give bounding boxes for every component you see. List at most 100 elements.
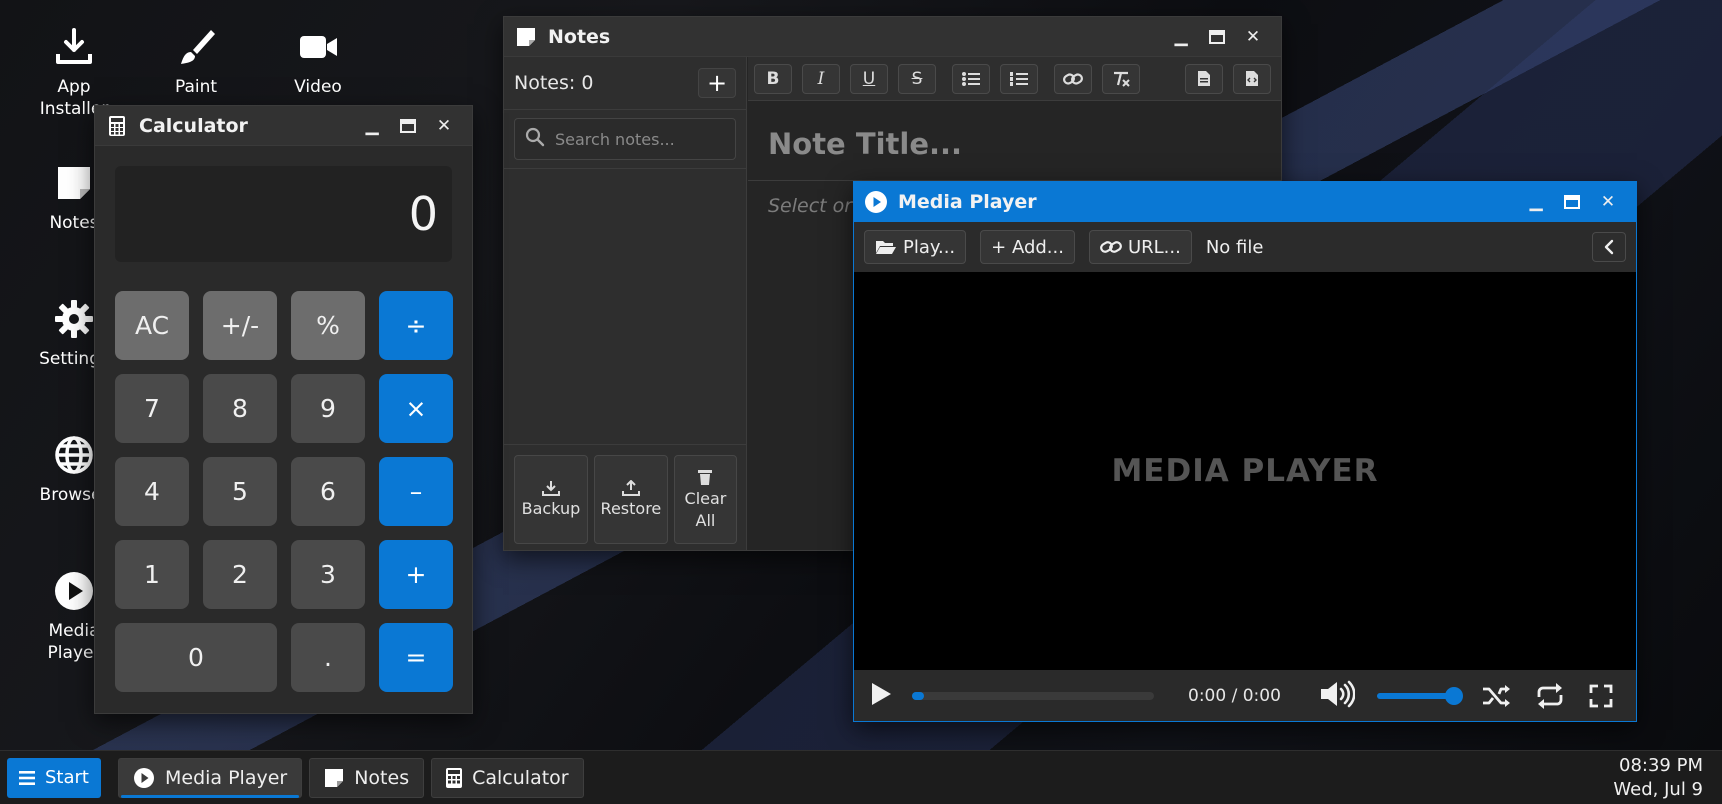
note-body-placeholder[interactable]: Select or [768,195,852,217]
clock-time: 08:39 PM [1619,754,1703,776]
volume-level [1376,692,1455,699]
subtract-key[interactable]: – [379,457,453,526]
repeat-icon [1537,682,1563,709]
add-key[interactable]: + [379,540,453,609]
stage-placeholder-text: MEDIA PLAYER [1111,453,1379,489]
digit-0-key[interactable]: 0 [115,623,277,692]
play-button[interactable] [870,682,892,710]
bullet-list-icon [962,71,980,86]
digit-5-key[interactable]: 5 [203,457,277,526]
media-player-window: Media Player ▁ ✕ Play... + Add... URL...… [853,181,1637,722]
digit-6-key[interactable]: 6 [291,457,365,526]
desktop-icon-paint[interactable]: Paint [146,26,246,98]
percent-key[interactable]: % [291,291,365,360]
italic-button[interactable]: I [802,63,840,94]
decimal-key[interactable]: . [291,623,365,692]
play-circle-icon [864,190,888,214]
note-icon [325,768,344,787]
video-stage[interactable]: MEDIA PLAYER [854,272,1636,670]
system-clock[interactable]: 08:39 PM Wed, Jul 9 [1613,754,1715,802]
note-icon [514,25,538,49]
equals-key[interactable]: = [379,623,453,692]
multiply-key[interactable]: × [379,374,453,443]
clear-all-label: Clear All [684,488,727,530]
strikethrough-button[interactable]: S [898,63,936,94]
backup-label: Backup [521,498,581,518]
restore-label: Restore [600,498,662,518]
digit-9-key[interactable]: 9 [291,374,365,443]
export-text-button[interactable] [1185,63,1223,94]
add-note-button[interactable]: + [698,68,736,98]
backup-button[interactable]: Backup [514,455,588,544]
taskbar-item-calculator[interactable]: Calculator [431,757,584,798]
close-button[interactable]: ✕ [426,112,462,140]
desktop-icon-video[interactable]: Video [268,26,368,98]
fullscreen-button[interactable] [1589,684,1613,708]
play-icon [872,682,891,705]
underline-button[interactable]: U [850,63,888,94]
divide-key[interactable]: ÷ [379,291,453,360]
taskbar-item-label: Calculator [472,766,569,789]
volume-slider[interactable] [1376,686,1464,705]
taskbar-item-media-player[interactable]: Media Player [117,757,303,798]
minimize-button[interactable]: ▁ [354,112,390,140]
digit-7-key[interactable]: 7 [115,374,189,443]
link-button[interactable] [1054,63,1092,94]
calculator-display: 0 [115,166,452,262]
volume-handle[interactable] [1445,686,1464,705]
note-title-input[interactable]: Note Title... [768,127,962,161]
maximize-button[interactable] [390,112,426,140]
clock-date: Wed, Jul 9 [1613,778,1703,800]
repeat-button[interactable] [1535,682,1565,709]
notes-footer: Backup Restore Clear All [504,444,747,550]
add-media-button[interactable]: + Add... [980,230,1075,264]
media-toolbar: Play... + Add... URL... No file [854,222,1636,272]
volume-button[interactable] [1319,680,1356,712]
export-code-button[interactable] [1233,63,1271,94]
digit-8-key[interactable]: 8 [203,374,277,443]
calculator-window: Calculator ▁ ✕ 0 AC +/- % ÷ 7 8 9 × 4 5 … [94,105,473,714]
playlist-toggle-button[interactable] [1592,232,1626,262]
download-icon [24,26,124,72]
window-title: Notes [548,25,611,48]
digit-4-key[interactable]: 4 [115,457,189,526]
search-input[interactable] [555,129,725,149]
numbered-list-button[interactable] [1000,63,1038,94]
open-file-button[interactable]: Play... [864,230,967,264]
desktop-icon-label: Paint [174,77,218,97]
digit-1-key[interactable]: 1 [115,540,189,609]
restore-button[interactable]: Restore [593,455,668,544]
minimize-button[interactable]: ▁ [1163,23,1199,51]
seek-bar[interactable] [912,691,1154,700]
volume-high-icon [1320,680,1356,707]
taskbar-item-notes[interactable]: Notes [309,757,425,798]
close-button[interactable]: ✕ [1235,23,1271,51]
sign-key[interactable]: +/- [203,291,277,360]
calculator-icon [446,767,463,788]
desktop-icon-label: Video [294,77,342,97]
bold-button[interactable]: B [754,63,792,94]
open-url-label: URL... [1127,236,1181,258]
clear-key[interactable]: AC [115,291,189,360]
clear-format-button[interactable] [1102,63,1140,94]
notes-titlebar[interactable]: Notes ▁ ✕ [504,17,1281,57]
taskbar-item-label: Media Player [164,766,288,789]
digit-2-key[interactable]: 2 [203,540,277,609]
shuffle-button[interactable] [1481,684,1511,708]
clear-all-button[interactable]: Clear All [673,455,738,544]
playback-controls: 0:00 / 0:00 [854,670,1636,721]
notes-search [514,118,736,160]
digit-3-key[interactable]: 3 [291,540,365,609]
search-icon [525,127,545,151]
media-player-titlebar[interactable]: Media Player ▁ ✕ [854,182,1636,222]
fullscreen-icon [1589,684,1613,707]
maximize-button[interactable] [1554,188,1590,216]
close-button[interactable]: ✕ [1590,188,1626,216]
bullet-list-button[interactable] [952,63,990,94]
start-button[interactable]: Start [7,757,101,798]
calculator-titlebar[interactable]: Calculator ▁ ✕ [95,106,472,146]
minimize-button[interactable]: ▁ [1518,188,1554,216]
open-url-button[interactable]: URL... [1088,230,1192,264]
play-circle-icon [133,767,154,788]
maximize-button[interactable] [1199,23,1235,51]
